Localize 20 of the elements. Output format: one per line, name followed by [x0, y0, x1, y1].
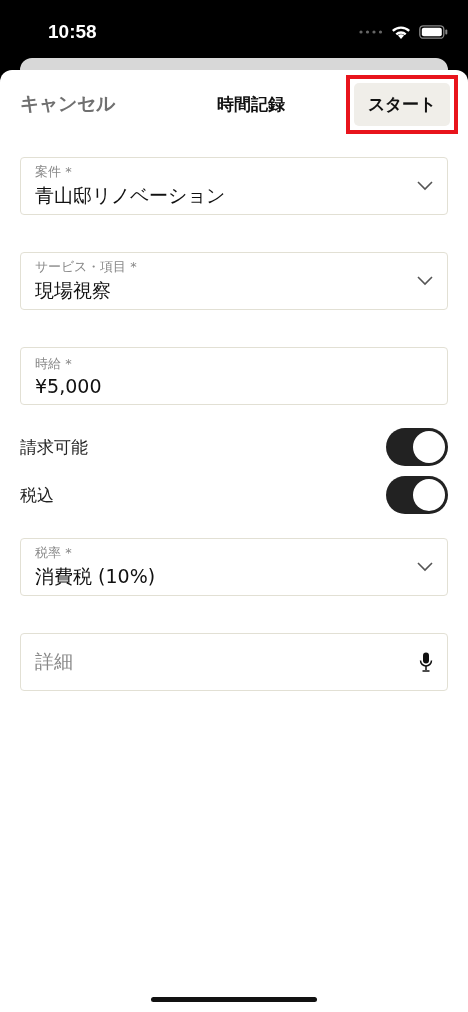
input-field[interactable]: 時給 * ¥5,000	[20, 347, 448, 405]
chevron-down-icon	[417, 181, 433, 191]
battery-icon	[419, 25, 448, 39]
toggle-label: 請求可能	[20, 435, 88, 459]
sheet-title: 時間記録	[216, 92, 285, 116]
toggle-label: 税込	[20, 483, 54, 507]
microphone-icon[interactable]	[419, 652, 433, 672]
toggle-switch[interactable]	[386, 476, 448, 514]
details-field[interactable]: 詳細	[20, 633, 448, 691]
start-button[interactable]: スタート	[354, 82, 450, 126]
select-field[interactable]: 案件 * 青山邸リノベーション	[20, 157, 448, 215]
cancel-button[interactable]: キャンセル	[20, 91, 115, 117]
status-time: 10:58	[48, 21, 97, 43]
chevron-down-icon	[417, 562, 433, 572]
select-field[interactable]: 税率 * 消費税 (10%)	[20, 538, 448, 596]
toggle-switch[interactable]	[386, 428, 448, 466]
chevron-down-icon	[417, 276, 433, 286]
select-field[interactable]: サービス・項目 * 現場視察	[20, 252, 448, 310]
signal-icon	[359, 30, 383, 34]
wifi-icon	[391, 24, 411, 40]
